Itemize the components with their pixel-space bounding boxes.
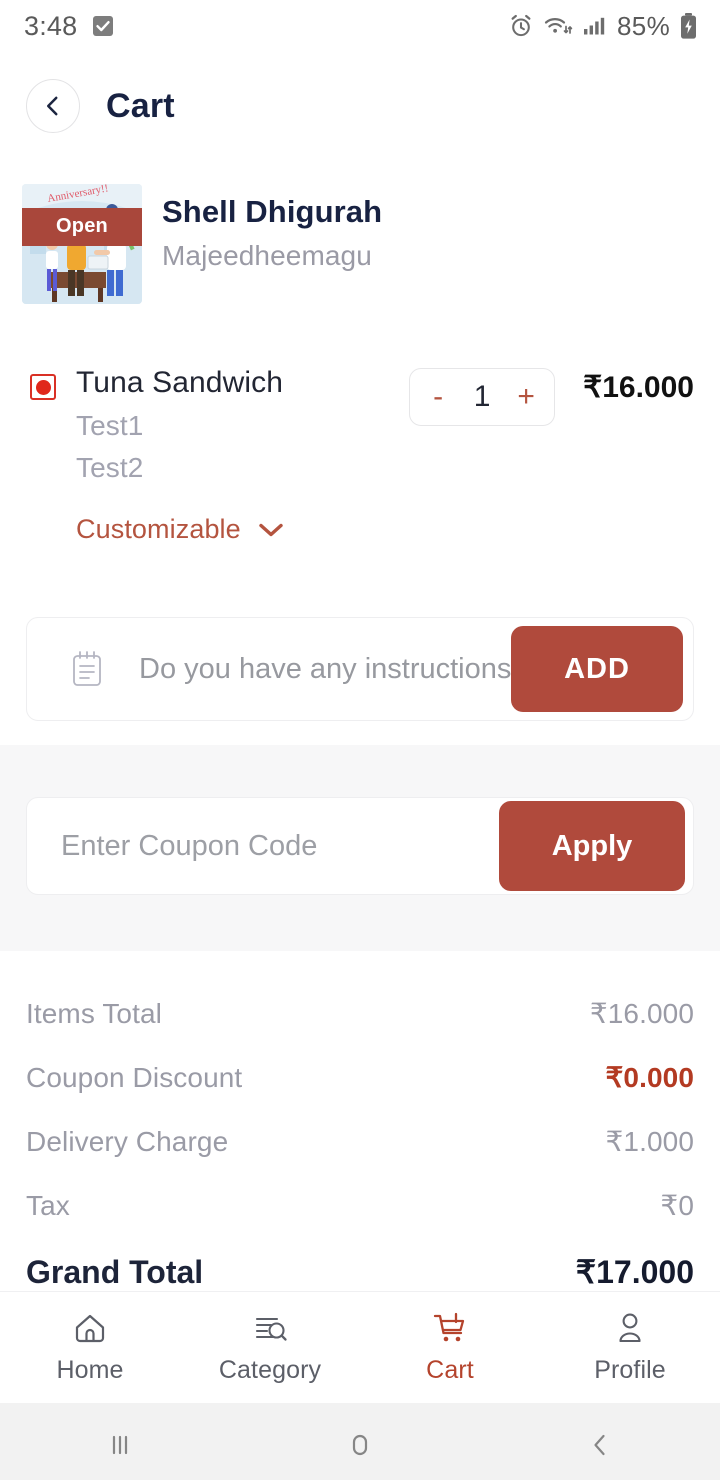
cart-item-option: Test2 [76, 452, 144, 483]
grand-total-label: Grand Total [26, 1254, 204, 1290]
store-address: Majeedheemagu [162, 240, 372, 271]
coupon-box: Apply [26, 797, 694, 895]
home-pill-icon [352, 1434, 368, 1456]
customizable-label: Customizable [76, 514, 241, 544]
quantity-stepper[interactable]: - 1 + [409, 368, 556, 426]
system-back-icon [594, 1434, 605, 1456]
nav-label-home: Home [56, 1356, 124, 1384]
summary-row: Tax ₹0 [26, 1189, 694, 1222]
quantity-value: 1 [473, 380, 491, 413]
summary-value: ₹1.000 [605, 1126, 694, 1157]
coupon-input[interactable] [61, 829, 499, 863]
summary-row: Coupon Discount ₹0.000 [26, 1061, 694, 1094]
summary-value: ₹0 [660, 1190, 694, 1221]
store-card[interactable]: Anniversary!! Open Shell Dhigurah Majeed… [0, 160, 720, 304]
coupon-section: Apply [0, 745, 720, 951]
cart-item-main-row: Tuna Sandwich Test1 Test2 Customizable -… [30, 366, 694, 545]
checkbox-checked-icon [93, 16, 114, 36]
nav-item-profile[interactable]: Profile [540, 1310, 720, 1385]
cart-item-option: Test1 [76, 410, 144, 441]
system-home-button[interactable] [240, 1428, 480, 1462]
system-recents-button[interactable] [0, 1428, 240, 1462]
notepad-icon [73, 651, 101, 686]
status-bar-right: 85% [508, 11, 698, 42]
app-screen: 3:48 85% Cart Anniversary!! Open Shell D… [0, 0, 720, 1480]
cart-item-price: ₹16.000 [583, 371, 694, 404]
nav-item-category[interactable]: Category [180, 1310, 360, 1385]
summary-label: Coupon Discount [26, 1062, 243, 1093]
shopping-cart-icon [433, 1312, 465, 1342]
alarm-icon [511, 14, 531, 37]
page-title: Cart [106, 86, 175, 125]
summary-label: Delivery Charge [26, 1126, 229, 1157]
app-header: Cart [0, 52, 720, 160]
back-button[interactable] [26, 79, 80, 133]
nav-item-home[interactable]: Home [0, 1310, 180, 1385]
chevron-down-icon [259, 523, 283, 536]
add-instructions-button[interactable]: ADD [511, 626, 683, 712]
summary-row: Items Total ₹16.000 [26, 997, 694, 1030]
chevron-left-icon [46, 96, 58, 116]
grand-total-row: Grand Total ₹17.000 [26, 1253, 694, 1291]
nav-item-cart[interactable]: Cart [360, 1310, 540, 1385]
wifi-icon [544, 18, 573, 34]
summary-label: Tax [26, 1190, 70, 1221]
person-icon [619, 1313, 641, 1343]
category-search-icon [255, 1317, 287, 1341]
battery-charging-icon [681, 13, 696, 39]
customizable-toggle[interactable]: Customizable [76, 514, 409, 545]
apply-coupon-button[interactable]: Apply [499, 801, 685, 891]
nav-label-category: Category [218, 1356, 322, 1384]
summary-label: Items Total [26, 998, 162, 1029]
store-info: Shell Dhigurah Majeedheemagu [162, 184, 382, 272]
nav-label-cart: Cart [426, 1356, 474, 1384]
non-veg-indicator-icon [30, 374, 56, 400]
recents-icon [112, 1435, 128, 1455]
increment-button[interactable]: + [516, 382, 536, 412]
signal-icon [584, 17, 605, 35]
bill-summary: Items Total ₹16.000 Coupon Discount ₹0.0… [0, 951, 720, 1291]
decrement-button[interactable]: - [428, 382, 448, 412]
summary-value: ₹16.000 [589, 998, 694, 1029]
status-bar-left: 3:48 [24, 11, 115, 42]
instructions-input[interactable] [139, 652, 511, 686]
cart-item-details: Tuna Sandwich Test1 Test2 Customizable [76, 366, 409, 545]
grand-total-value: ₹17.000 [575, 1254, 694, 1290]
status-time: 3:48 [24, 10, 78, 41]
summary-value: ₹0.000 [605, 1062, 694, 1093]
cart-item-name: Tuna Sandwich [76, 366, 283, 399]
bottom-navigation: Home Category Cart Profile [0, 1291, 720, 1403]
instructions-box: ADD [26, 617, 694, 721]
summary-row: Delivery Charge ₹1.000 [26, 1125, 694, 1158]
battery-percent: 85% [617, 10, 670, 41]
instructions-section: ADD [0, 545, 720, 721]
status-bar: 3:48 85% [0, 0, 720, 52]
store-thumbnail: Anniversary!! Open [22, 184, 142, 304]
nav-label-profile: Profile [594, 1356, 666, 1384]
non-veg-dot [35, 379, 51, 395]
store-name: Shell Dhigurah [162, 194, 383, 229]
system-navigation-bar [0, 1403, 720, 1480]
home-icon [75, 1314, 105, 1343]
system-back-button[interactable] [480, 1428, 720, 1462]
store-status-badge: Open [22, 208, 142, 246]
cart-item: Tuna Sandwich Test1 Test2 Customizable -… [0, 304, 720, 545]
